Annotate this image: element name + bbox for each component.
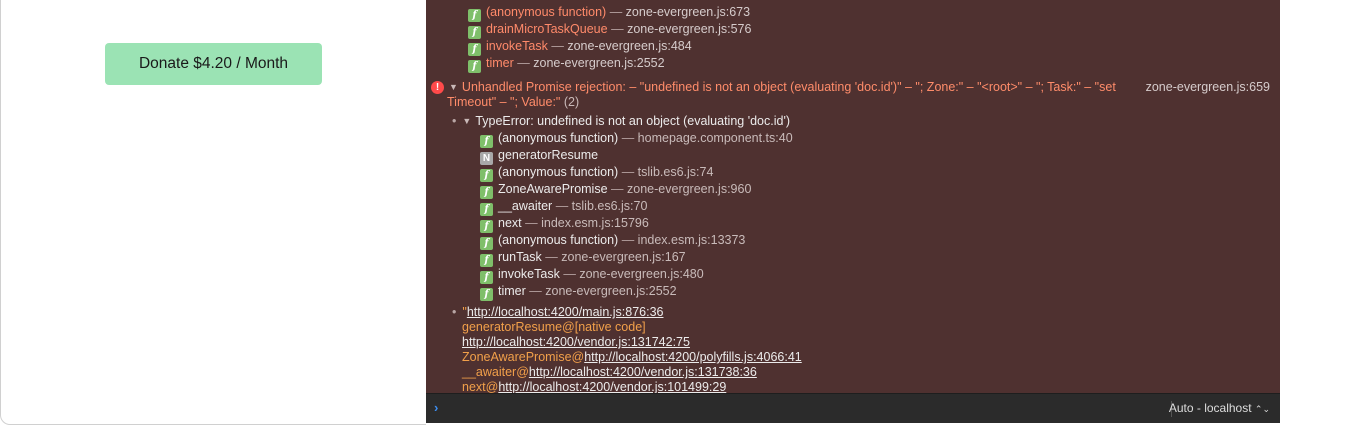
page-panel: Donate $4.20 / Month: [0, 0, 426, 425]
stack-frame[interactable]: f (anonymous function) — tslib.es6.js:74: [480, 164, 713, 182]
stack-frame[interactable]: f (anonymous function) — zone-evergreen.j…: [468, 4, 750, 22]
stack-frame[interactable]: f ZoneAwarePromise — zone-evergreen.js:96…: [480, 181, 751, 199]
disclosure-triangle-icon[interactable]: ▼: [462, 113, 471, 130]
error-icon: !: [431, 81, 444, 94]
stack-frame[interactable]: f timer — zone-evergreen.js:2552: [468, 55, 665, 73]
chevron-updown-icon: ⌃⌄: [1254, 404, 1270, 414]
stack-frame[interactable]: f __awaiter — tslib.es6.js:70: [480, 198, 647, 216]
console-panel: f (anonymous function) — zone-evergreen.j…: [426, 0, 1280, 393]
stack-frame[interactable]: f invokeTask — zone-evergreen.js:484: [468, 38, 692, 56]
function-icon: f: [480, 288, 493, 301]
stack-frame[interactable]: f runTask — zone-evergreen.js:167: [480, 249, 686, 267]
stack-frame[interactable]: f next — index.esm.js:15796: [480, 215, 649, 233]
stack-frame[interactable]: f timer — zone-evergreen.js:2552: [480, 283, 677, 301]
error-source-link[interactable]: zone-evergreen.js:659: [1146, 79, 1270, 96]
stack-frame[interactable]: f invokeTask — zone-evergreen.js:480: [480, 266, 704, 284]
stack-frame[interactable]: f (anonymous function) — index.esm.js:133…: [480, 232, 745, 250]
console-input-bar[interactable]: › Auto - localhost ⌃⌄: [426, 393, 1280, 423]
stack-frame[interactable]: NgeneratorResume: [480, 147, 598, 165]
type-error-row[interactable]: • ▼ TypeError: undefined is not an object …: [452, 113, 790, 130]
function-icon: f: [468, 60, 481, 73]
prompt-chevron-icon: ›: [434, 400, 439, 415]
error-message-cont: Timeout" – "; Value:" (2): [447, 95, 580, 109]
trace-line: next@http://localhost:4200/vendor.js:101…: [462, 380, 727, 393]
stack-frame[interactable]: f drainMicroTaskQueue — zone-evergreen.js…: [468, 21, 751, 39]
stack-frame[interactable]: f (anonymous function) — homepage.compone…: [480, 130, 793, 148]
donate-button[interactable]: Donate $4.20 / Month: [105, 43, 322, 85]
execution-context-select[interactable]: Auto - localhost ⌃⌄: [1169, 401, 1270, 415]
